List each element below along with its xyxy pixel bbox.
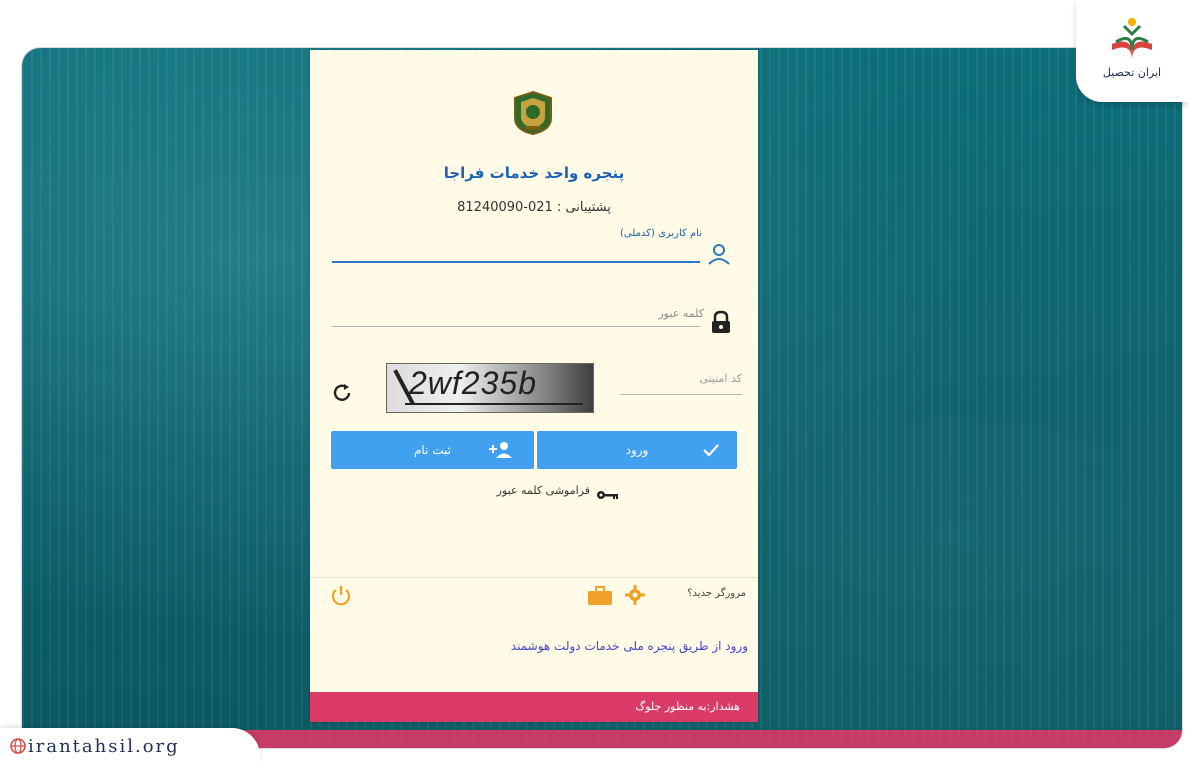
- globe-icon: [10, 738, 26, 754]
- new-browser-link[interactable]: مرورگر جدید؟: [687, 588, 746, 599]
- smart-gov-login-link[interactable]: ورود از طریق پنجره ملی خدمات دولت هوشمند: [310, 639, 748, 653]
- book-logo-icon: [1112, 18, 1152, 60]
- support-phone: پشتیبانی : 021-81240090: [457, 200, 611, 215]
- check-icon: [701, 440, 721, 460]
- captcha-input[interactable]: کد امنیتی: [699, 372, 742, 385]
- register-button-label: ثبت نام: [414, 443, 451, 457]
- captcha-image: 2wf235b: [386, 363, 594, 413]
- register-button[interactable]: ثبت نام: [331, 431, 534, 469]
- logo-text: ایران تحصیل: [1102, 66, 1162, 79]
- captcha-noise-line: [405, 403, 583, 405]
- user-icon: [706, 242, 732, 266]
- briefcase-icon[interactable]: [586, 586, 614, 606]
- site-url: irantahsil.org: [28, 736, 180, 757]
- lock-icon: [708, 309, 734, 335]
- login-button-label: ورود: [625, 443, 649, 457]
- forgot-password-label: فراموشی کلمه عبور: [496, 484, 590, 497]
- divider: [310, 577, 758, 578]
- site-watermark: irantahsil.org: [0, 728, 260, 763]
- refresh-icon[interactable]: [330, 381, 354, 405]
- gear-icon[interactable]: [624, 584, 646, 606]
- add-user-icon: [488, 441, 514, 459]
- page-title: پنجره واحد خدمات فراجا: [443, 164, 625, 182]
- forgot-password-link[interactable]: فراموشی کلمه عبور: [450, 482, 620, 502]
- power-icon[interactable]: [330, 584, 352, 606]
- warning-banner: هشدار:به منظور جلوگ: [310, 692, 758, 722]
- site-logo: ایران تحصیل: [1076, 0, 1188, 102]
- warning-text: هشدار:به منظور جلوگ: [635, 700, 740, 713]
- password-input[interactable]: کلمه عبور: [658, 307, 704, 320]
- username-input[interactable]: [332, 261, 700, 263]
- username-label: نام کاربری (کدملی): [620, 228, 702, 239]
- login-panel: پنجره واحد خدمات فراجا پشتیبانی : 021-81…: [310, 50, 758, 722]
- password-underline: [332, 326, 700, 327]
- captcha-underline: [620, 394, 742, 395]
- captcha-text: 2wf235b: [409, 365, 537, 401]
- key-icon: [596, 486, 620, 499]
- login-button[interactable]: ورود: [537, 431, 737, 469]
- police-emblem-icon: [511, 90, 555, 136]
